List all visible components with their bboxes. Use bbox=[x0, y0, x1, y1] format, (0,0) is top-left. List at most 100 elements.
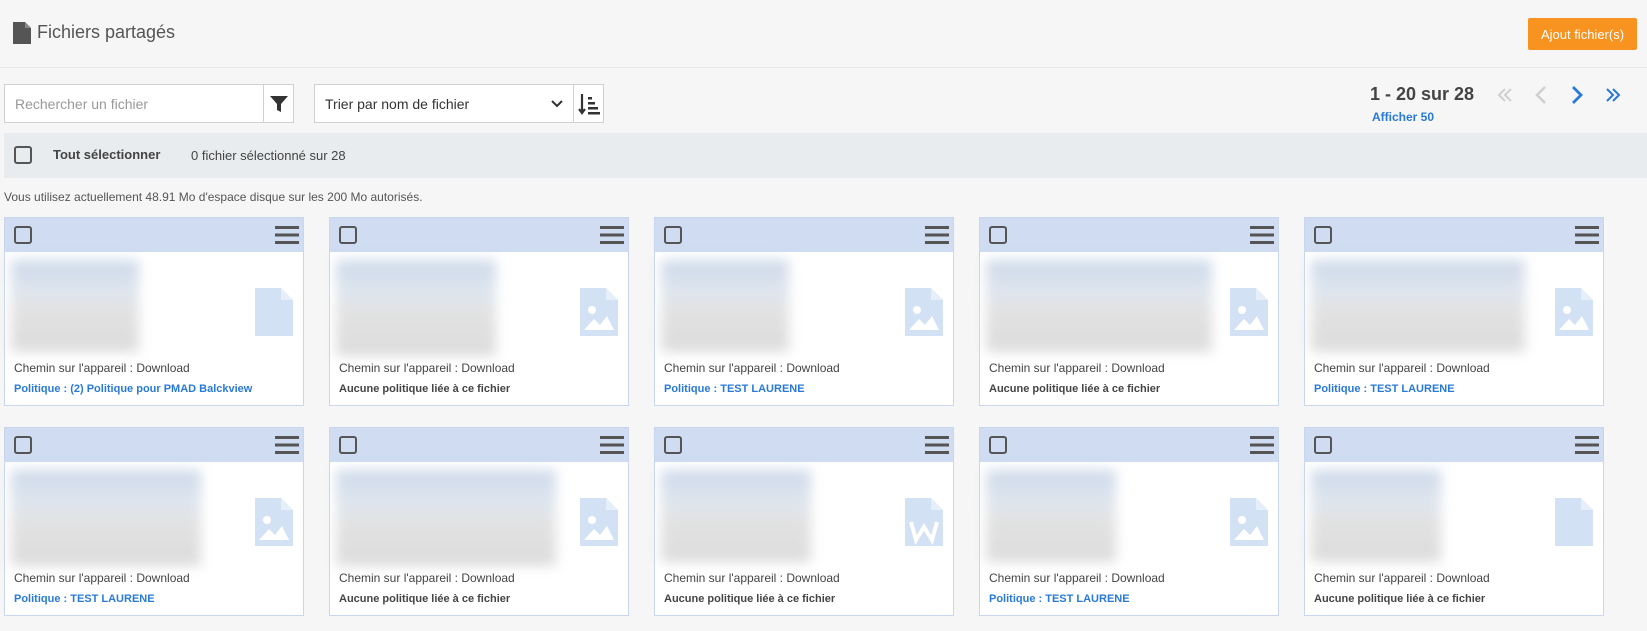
file-card[interactable]: Chemin sur l'appareil : Download Politiqu… bbox=[979, 427, 1279, 616]
image-icon bbox=[905, 288, 943, 336]
hamburger-menu-icon[interactable] bbox=[275, 435, 299, 455]
chevron-right-icon bbox=[1572, 86, 1583, 104]
add-files-button[interactable]: Ajout fichier(s) bbox=[1528, 18, 1637, 50]
sort-select[interactable]: Trier par nom de fichier bbox=[314, 84, 574, 123]
policy-label[interactable]: Politique : TEST LAURENE bbox=[664, 383, 805, 395]
select-all-checkbox[interactable] bbox=[14, 146, 32, 164]
pagination-range: 1 - 20 sur 28 bbox=[1370, 84, 1475, 104]
next-page-button[interactable] bbox=[1566, 84, 1588, 106]
document-icon bbox=[13, 22, 31, 44]
hamburger-menu-icon[interactable] bbox=[1575, 225, 1599, 245]
sort-order-button[interactable] bbox=[573, 84, 604, 123]
policy-label[interactable]: Politique : (2) Politique pour PMAD Balc… bbox=[14, 383, 252, 395]
policy-label: Aucune politique liée à ce fichier bbox=[339, 383, 511, 395]
file-card-header bbox=[980, 428, 1278, 462]
hamburger-menu-icon[interactable] bbox=[1250, 225, 1274, 245]
file-checkbox[interactable] bbox=[1314, 226, 1332, 244]
policy-label: Aucune politique liée à ce fichier bbox=[664, 593, 836, 605]
file-thumbnail[interactable] bbox=[1311, 470, 1441, 562]
double-chevron-right-icon bbox=[1606, 88, 1621, 102]
image-icon bbox=[580, 498, 618, 546]
file-thumbnail[interactable] bbox=[986, 260, 1212, 352]
file-card[interactable]: Chemin sur l'appareil : Download Aucune p… bbox=[329, 217, 629, 406]
file-card[interactable]: Chemin sur l'appareil : Download Politiqu… bbox=[654, 217, 954, 406]
file-card[interactable]: Chemin sur l'appareil : Download Politiqu… bbox=[1304, 217, 1604, 406]
hamburger-menu-icon[interactable] bbox=[1575, 435, 1599, 455]
file-card-header bbox=[980, 218, 1278, 252]
page-header: Fichiers partagés Ajout fichier(s) bbox=[0, 0, 1647, 68]
hamburger-menu-icon[interactable] bbox=[925, 435, 949, 455]
device-path: Chemin sur l'appareil : Download bbox=[14, 361, 190, 375]
hamburger-menu-icon[interactable] bbox=[1250, 435, 1274, 455]
file-thumbnail[interactable] bbox=[11, 260, 139, 352]
file-checkbox[interactable] bbox=[339, 436, 357, 454]
file-checkbox[interactable] bbox=[664, 226, 682, 244]
file-card[interactable]: Chemin sur l'appareil : Download Politiqu… bbox=[4, 427, 304, 616]
image-icon bbox=[255, 498, 293, 546]
file-checkbox[interactable] bbox=[989, 226, 1007, 244]
file-checkbox[interactable] bbox=[14, 436, 32, 454]
file-thumbnail[interactable] bbox=[336, 260, 496, 356]
policy-label: Aucune politique liée à ce fichier bbox=[1314, 593, 1486, 605]
prev-page-button[interactable] bbox=[1530, 84, 1552, 106]
filter-button[interactable] bbox=[263, 84, 294, 123]
hamburger-menu-icon[interactable] bbox=[600, 435, 624, 455]
file-checkbox[interactable] bbox=[14, 226, 32, 244]
file-card-header bbox=[330, 218, 628, 252]
file-card-header bbox=[655, 428, 953, 462]
file-card-header bbox=[5, 428, 303, 462]
device-path: Chemin sur l'appareil : Download bbox=[664, 571, 840, 585]
file-card-header bbox=[1305, 428, 1603, 462]
hamburger-menu-icon[interactable] bbox=[925, 225, 949, 245]
select-all-label[interactable]: Tout sélectionner bbox=[53, 147, 160, 162]
file-thumbnail[interactable] bbox=[1311, 260, 1525, 352]
last-page-button[interactable] bbox=[1602, 84, 1624, 106]
per-page-link[interactable]: Afficher 50 bbox=[1372, 110, 1434, 124]
policy-label[interactable]: Politique : TEST LAURENE bbox=[1314, 383, 1455, 395]
file-thumbnail[interactable] bbox=[986, 470, 1116, 562]
filter-icon bbox=[269, 95, 288, 112]
file-thumbnail[interactable] bbox=[336, 470, 556, 566]
file-thumbnail[interactable] bbox=[661, 260, 789, 352]
device-path: Chemin sur l'appareil : Download bbox=[339, 571, 515, 585]
search-input[interactable] bbox=[4, 84, 264, 123]
file-card[interactable]: Chemin sur l'appareil : Download Aucune p… bbox=[1304, 427, 1604, 616]
image-icon bbox=[1555, 288, 1593, 336]
file-card-header bbox=[1305, 218, 1603, 252]
file-checkbox[interactable] bbox=[1314, 436, 1332, 454]
file-icon bbox=[255, 288, 293, 336]
chevron-left-icon bbox=[1535, 86, 1546, 104]
device-path: Chemin sur l'appareil : Download bbox=[664, 361, 840, 375]
file-checkbox[interactable] bbox=[339, 226, 357, 244]
file-thumbnail[interactable] bbox=[11, 470, 201, 566]
hamburger-menu-icon[interactable] bbox=[275, 225, 299, 245]
file-card[interactable]: Chemin sur l'appareil : Download Aucune p… bbox=[329, 427, 629, 616]
device-path: Chemin sur l'appareil : Download bbox=[989, 571, 1165, 585]
policy-label[interactable]: Politique : TEST LAURENE bbox=[14, 593, 155, 605]
file-card[interactable]: Chemin sur l'appareil : Download Aucune p… bbox=[654, 427, 954, 616]
selected-count: 0 fichier sélectionné sur 28 bbox=[191, 148, 346, 163]
file-checkbox[interactable] bbox=[989, 436, 1007, 454]
file-checkbox[interactable] bbox=[664, 436, 682, 454]
file-card-header bbox=[330, 428, 628, 462]
image-icon bbox=[1230, 288, 1268, 336]
file-card[interactable]: Chemin sur l'appareil : Download Politiqu… bbox=[4, 217, 304, 406]
image-icon bbox=[580, 288, 618, 336]
file-card-header bbox=[5, 218, 303, 252]
sort-select-value: Trier par nom de fichier bbox=[325, 95, 470, 112]
chevron-down-icon bbox=[551, 99, 563, 107]
selection-bar: Tout sélectionner 0 fichier sélectionné … bbox=[4, 133, 1647, 178]
page-title: Fichiers partagés bbox=[37, 22, 176, 42]
file-card[interactable]: Chemin sur l'appareil : Download Aucune p… bbox=[979, 217, 1279, 406]
file-card-header bbox=[655, 218, 953, 252]
hamburger-menu-icon[interactable] bbox=[600, 225, 624, 245]
device-path: Chemin sur l'appareil : Download bbox=[1314, 571, 1490, 585]
disk-usage-text: Vous utilisez actuellement 48.91 Mo d'es… bbox=[4, 190, 423, 204]
first-page-button[interactable] bbox=[1494, 84, 1516, 106]
word-file-icon bbox=[905, 498, 943, 546]
file-thumbnail[interactable] bbox=[661, 470, 811, 562]
image-icon bbox=[1230, 498, 1268, 546]
device-path: Chemin sur l'appareil : Download bbox=[14, 571, 190, 585]
policy-label[interactable]: Politique : TEST LAURENE bbox=[989, 593, 1130, 605]
sort-ascending-icon bbox=[577, 93, 600, 115]
